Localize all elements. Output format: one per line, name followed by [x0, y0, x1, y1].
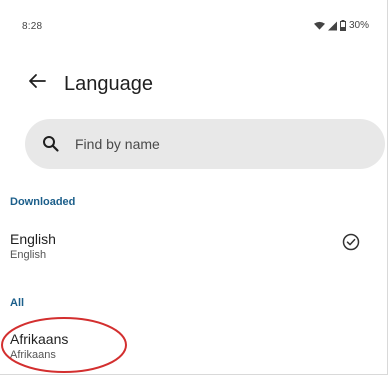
language-native-name: Afrikaans	[10, 349, 56, 361]
battery-percent: 30%	[348, 20, 369, 31]
search-icon	[41, 134, 61, 154]
section-header-all: All	[10, 297, 25, 309]
app-bar: Language	[0, 60, 387, 110]
signal-icon	[327, 21, 337, 31]
battery-icon	[339, 20, 346, 31]
status-time: 8:28	[22, 21, 43, 32]
check-circle-icon	[340, 231, 362, 253]
search-input[interactable]	[75, 119, 355, 169]
language-native-name: English	[10, 249, 47, 261]
search-bar[interactable]	[25, 119, 385, 169]
language-name: English	[10, 231, 56, 247]
arrow-back-icon	[28, 72, 46, 95]
page-title: Language	[64, 73, 153, 95]
language-item-english[interactable]: English English	[0, 226, 387, 272]
language-screen: 8:28 30% Language Find by name Downloade…	[0, 0, 388, 375]
language-name: Afrikaans	[10, 331, 69, 347]
status-bar: 8:28 30%	[0, 0, 387, 40]
status-icons: 30%	[313, 20, 369, 31]
section-header-downloaded: Downloaded	[10, 196, 76, 208]
wifi-icon	[313, 21, 325, 31]
back-button[interactable]	[24, 70, 50, 96]
language-item-afrikaans[interactable]: Afrikaans Afrikaans	[0, 326, 387, 372]
